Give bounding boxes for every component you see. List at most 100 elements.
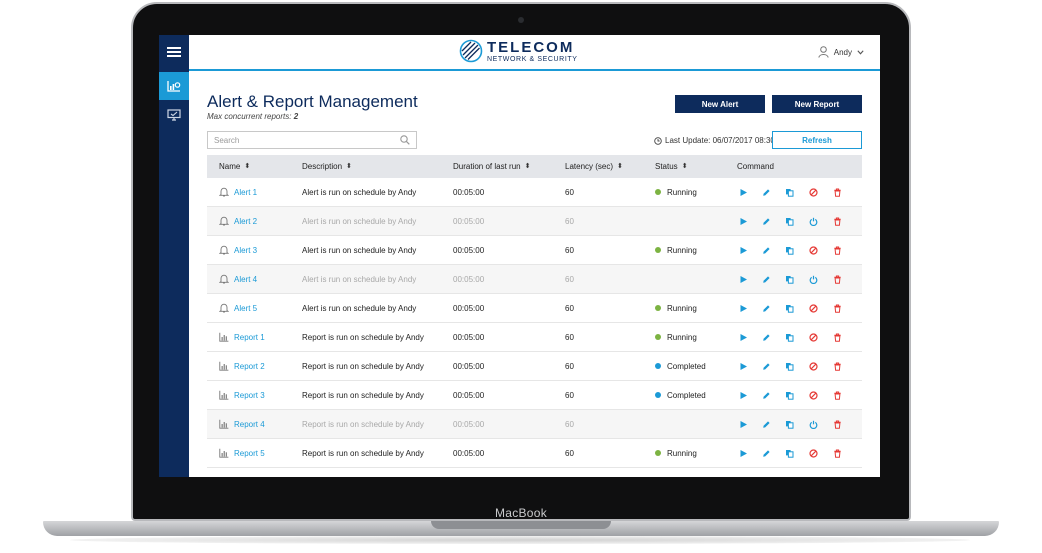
- status-dot: [655, 247, 661, 253]
- disable-icon: [809, 303, 818, 313]
- copy-button[interactable]: [785, 236, 794, 264]
- play-button[interactable]: [739, 381, 748, 409]
- row-name-link[interactable]: Report 3: [234, 391, 265, 400]
- disable-button[interactable]: [809, 178, 818, 206]
- user-menu[interactable]: Andy: [818, 46, 864, 58]
- edit-button[interactable]: [762, 236, 771, 264]
- column-duration[interactable]: Duration of last run ⬍: [453, 155, 530, 178]
- sidebar-item-monitor[interactable]: [159, 101, 189, 129]
- edit-button[interactable]: [762, 323, 771, 351]
- play-button[interactable]: [739, 178, 748, 206]
- play-button[interactable]: [739, 323, 748, 351]
- play-button[interactable]: [739, 439, 748, 467]
- row-name-link[interactable]: Alert 2: [234, 217, 257, 226]
- delete-button[interactable]: [833, 294, 842, 322]
- delete-button[interactable]: [833, 236, 842, 264]
- edit-button[interactable]: [762, 265, 771, 293]
- row-name-link[interactable]: Report 4: [234, 420, 265, 429]
- delete-button[interactable]: [833, 410, 842, 438]
- table-row: Report 3 Report is run on schedule by And…: [207, 381, 862, 410]
- column-name[interactable]: Name ⬍: [219, 155, 250, 178]
- row-status: Running: [655, 294, 697, 322]
- disable-button[interactable]: [809, 294, 818, 322]
- row-name-link[interactable]: Alert 3: [234, 246, 257, 255]
- row-name-link[interactable]: Report 1: [234, 333, 265, 342]
- row-name-link[interactable]: Alert 4: [234, 275, 257, 284]
- row-description: Alert is run on schedule by Andy: [302, 303, 417, 313]
- user-icon: [818, 46, 829, 58]
- disable-button[interactable]: [809, 352, 818, 380]
- play-button[interactable]: [739, 410, 748, 438]
- delete-button[interactable]: [833, 323, 842, 351]
- row-latency: 60: [565, 187, 574, 197]
- play-button[interactable]: [739, 352, 748, 380]
- column-description[interactable]: Description ⬍: [302, 155, 352, 178]
- row-name-link[interactable]: Report 5: [234, 449, 265, 458]
- delete-icon: [833, 391, 842, 400]
- play-button[interactable]: [739, 265, 748, 293]
- disable-button[interactable]: [809, 381, 818, 409]
- subtitle-label: Max concurrent reports:: [207, 112, 294, 121]
- edit-button[interactable]: [762, 207, 771, 235]
- row-latency: 60: [565, 448, 574, 458]
- row-name-link[interactable]: Alert 5: [234, 304, 257, 313]
- delete-button[interactable]: [833, 265, 842, 293]
- row-name-link[interactable]: Alert 1: [234, 188, 257, 197]
- bar-chart-icon: [219, 332, 229, 342]
- delete-button[interactable]: [833, 381, 842, 409]
- disable-button[interactable]: [809, 439, 818, 467]
- search-input[interactable]: Search: [207, 131, 417, 149]
- power-icon: [809, 420, 818, 429]
- copy-button[interactable]: [785, 323, 794, 351]
- copy-button[interactable]: [785, 410, 794, 438]
- play-button[interactable]: [739, 207, 748, 235]
- column-status[interactable]: Status ⬍: [655, 155, 688, 178]
- power-button[interactable]: [809, 265, 818, 293]
- row-name-link[interactable]: Report 2: [234, 362, 265, 371]
- row-duration: 00:05:00: [453, 361, 485, 371]
- play-button[interactable]: [739, 294, 748, 322]
- copy-button[interactable]: [785, 294, 794, 322]
- row-status: Running: [655, 178, 697, 206]
- edit-button[interactable]: [762, 352, 771, 380]
- power-button[interactable]: [809, 207, 818, 235]
- copy-button[interactable]: [785, 381, 794, 409]
- table-row: Alert 2 Alert is run on schedule by Andy 0…: [207, 207, 862, 236]
- delete-icon: [833, 304, 842, 313]
- edit-button[interactable]: [762, 439, 771, 467]
- sort-icon: ⬍: [524, 163, 531, 170]
- disable-button[interactable]: [809, 236, 818, 264]
- delete-button[interactable]: [833, 207, 842, 235]
- menu-button[interactable]: [159, 35, 189, 69]
- play-button[interactable]: [739, 236, 748, 264]
- edit-button[interactable]: [762, 381, 771, 409]
- clock-icon: [654, 136, 662, 145]
- delete-button[interactable]: [833, 439, 842, 467]
- delete-button[interactable]: [833, 352, 842, 380]
- sidebar-item-reports[interactable]: [159, 72, 189, 100]
- row-description: Alert is run on schedule by Andy: [302, 245, 417, 255]
- edit-button[interactable]: [762, 178, 771, 206]
- column-latency[interactable]: Latency (sec) ⬍: [565, 155, 623, 178]
- copy-button[interactable]: [785, 178, 794, 206]
- copy-button[interactable]: [785, 352, 794, 380]
- copy-icon: [785, 391, 794, 400]
- disable-button[interactable]: [809, 323, 818, 351]
- globe-logo-icon: [459, 39, 483, 63]
- copy-button[interactable]: [785, 265, 794, 293]
- copy-icon: [785, 188, 794, 197]
- disable-icon: [809, 448, 818, 458]
- bar-chart-icon: [219, 419, 229, 429]
- bell-icon: [219, 274, 229, 284]
- new-alert-button[interactable]: New Alert: [675, 95, 765, 113]
- edit-icon: [762, 449, 771, 458]
- copy-button[interactable]: [785, 207, 794, 235]
- new-report-button[interactable]: New Report: [772, 95, 862, 113]
- row-latency: 60: [565, 332, 574, 342]
- refresh-button[interactable]: Refresh: [772, 131, 862, 149]
- delete-button[interactable]: [833, 178, 842, 206]
- edit-button[interactable]: [762, 410, 771, 438]
- edit-button[interactable]: [762, 294, 771, 322]
- copy-button[interactable]: [785, 439, 794, 467]
- power-button[interactable]: [809, 410, 818, 438]
